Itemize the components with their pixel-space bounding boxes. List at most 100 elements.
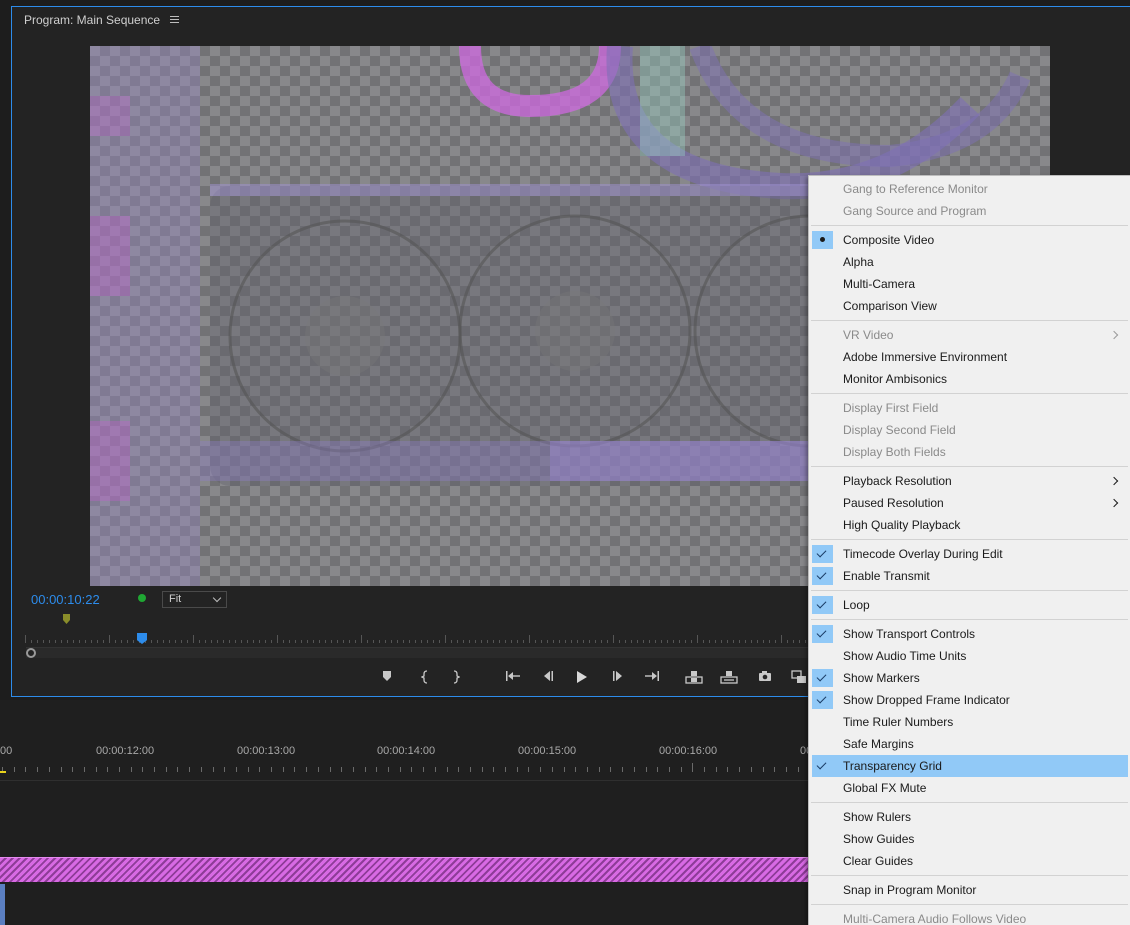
time-label: 00:00:15:00 <box>518 745 577 757</box>
menu-item-loop[interactable]: Loop <box>809 594 1130 616</box>
zoom-scrollbar[interactable] <box>26 647 820 658</box>
timeline-tick <box>622 767 623 772</box>
menu-item-vr-video[interactable]: VR Video <box>809 324 1130 346</box>
menu-item-global-fx-mute[interactable]: Global FX Mute <box>809 777 1130 799</box>
menu-item-adobe-immersive-environment[interactable]: Adobe Immersive Environment <box>809 346 1130 368</box>
timeline-tick <box>657 767 658 772</box>
menu-item-safe-margins[interactable]: Safe Margins <box>809 733 1130 755</box>
menu-item-show-dropped-frame-indicator[interactable]: Show Dropped Frame Indicator <box>809 689 1130 711</box>
panel-menu-icon[interactable] <box>170 16 180 24</box>
mark-out-icon[interactable] <box>447 670 465 686</box>
menu-item-display-second-field[interactable]: Display Second Field <box>809 419 1130 441</box>
ruler-tick <box>487 640 488 643</box>
menu-item-label: Enable Transmit <box>843 569 930 583</box>
premiere-window: Program: Main Sequence 00:00:10:22 Fit 0… <box>0 0 1130 925</box>
timeline-tick <box>330 767 331 772</box>
transport-controls <box>372 670 812 686</box>
menu-item-high-quality-playback[interactable]: High Quality Playback <box>809 514 1130 536</box>
menu-item-show-audio-time-units[interactable]: Show Audio Time Units <box>809 645 1130 667</box>
menu-item-multi-camera[interactable]: Multi-Camera <box>809 273 1130 295</box>
export-frame-icon[interactable] <box>756 670 774 686</box>
menu-item-show-transport-controls[interactable]: Show Transport Controls <box>809 623 1130 645</box>
ruler-tick <box>409 640 410 643</box>
menu-item-comparison-view[interactable]: Comparison View <box>809 295 1130 317</box>
menu-item-time-ruler-numbers[interactable]: Time Ruler Numbers <box>809 711 1130 733</box>
zoom-scroll-handle[interactable] <box>26 648 36 658</box>
menu-item-display-both-fields[interactable]: Display Both Fields <box>809 441 1130 463</box>
timeline-tick <box>177 767 178 772</box>
panel-tab[interactable]: Program: Main Sequence <box>24 13 180 27</box>
timeline-panel: 00 00:00:12:00 00:00:13:00 00:00:14:00 0… <box>0 700 812 925</box>
timeline-ruler[interactable] <box>0 762 808 772</box>
step-forward-icon[interactable] <box>609 670 627 686</box>
video-clip[interactable] <box>0 857 808 882</box>
add-marker-icon[interactable] <box>378 670 396 686</box>
menu-item-clear-guides[interactable]: Clear Guides <box>809 850 1130 872</box>
step-back-icon[interactable] <box>539 670 557 686</box>
menu-item-label: Gang to Reference Monitor <box>843 182 988 196</box>
time-label: 00:00:16:00 <box>659 745 718 757</box>
menu-item-alpha[interactable]: Alpha <box>809 251 1130 273</box>
ruler-tick <box>385 640 386 643</box>
menu-item-label: Monitor Ambisonics <box>843 372 948 386</box>
ruler-tick <box>331 640 332 643</box>
playhead-timecode[interactable]: 00:00:10:22 <box>31 592 100 607</box>
menu-item-show-rulers[interactable]: Show Rulers <box>809 806 1130 828</box>
ruler-tick <box>367 640 368 643</box>
menu-item-paused-resolution[interactable]: Paused Resolution <box>809 492 1130 514</box>
timeline-tick <box>318 767 319 772</box>
menu-item-show-guides[interactable]: Show Guides <box>809 828 1130 850</box>
in-point-marker[interactable] <box>63 614 70 624</box>
ruler-tick <box>109 635 110 643</box>
extract-icon[interactable] <box>720 670 738 686</box>
menu-separator <box>811 619 1128 620</box>
ruler-tick <box>631 640 632 643</box>
ruler-tick <box>439 640 440 643</box>
timeline-tick <box>353 767 354 772</box>
go-to-in-icon[interactable] <box>504 670 522 686</box>
menu-item-gang-to-reference-monitor[interactable]: Gang to Reference Monitor <box>809 178 1130 200</box>
menu-separator <box>811 225 1128 226</box>
menu-item-timecode-overlay-during-edit[interactable]: Timecode Overlay During Edit <box>809 543 1130 565</box>
lift-icon[interactable] <box>685 670 703 686</box>
timeline-tick <box>49 767 50 772</box>
menu-item-playback-resolution[interactable]: Playback Resolution <box>809 470 1130 492</box>
timeline-tick <box>751 767 752 772</box>
mark-in-icon[interactable] <box>416 670 434 686</box>
menu-item-show-markers[interactable]: Show Markers <box>809 667 1130 689</box>
ruler-tick <box>565 640 566 643</box>
timeline-tick <box>341 767 342 772</box>
ruler-tick <box>769 640 770 643</box>
menu-item-gang-source-and-program[interactable]: Gang Source and Program <box>809 200 1130 222</box>
timeline-tick <box>84 767 85 772</box>
checkmark-icon <box>812 596 833 614</box>
timeline-tick <box>505 767 506 772</box>
timeline-tick <box>166 767 167 772</box>
menu-item-enable-transmit[interactable]: Enable Transmit <box>809 565 1130 587</box>
menu-item-snap-in-program-monitor[interactable]: Snap in Program Monitor <box>809 879 1130 901</box>
menu-item-display-first-field[interactable]: Display First Field <box>809 397 1130 419</box>
menu-item-label: Show Rulers <box>843 810 912 824</box>
menu-item-transparency-grid[interactable]: Transparency Grid <box>812 755 1128 777</box>
menu-item-monitor-ambisonics[interactable]: Monitor Ambisonics <box>809 368 1130 390</box>
timeline-tick <box>447 767 448 772</box>
menu-item-multi-camera-audio-follows-video[interactable]: Multi-Camera Audio Follows Video <box>809 908 1130 925</box>
ruler-tick <box>103 640 104 643</box>
go-to-out-icon[interactable] <box>643 670 661 686</box>
chevron-right-icon <box>1109 498 1119 508</box>
comparison-view-icon[interactable] <box>790 670 808 686</box>
timeline-tick <box>14 767 15 772</box>
menu-item-composite-video[interactable]: Composite Video <box>809 229 1130 251</box>
zoom-level-select[interactable]: Fit <box>162 591 227 608</box>
play-icon[interactable] <box>573 670 591 686</box>
menu-item-label: High Quality Playback <box>843 518 961 532</box>
checkmark-icon <box>812 545 833 563</box>
timeline-tick <box>540 767 541 772</box>
timeline-tick <box>610 767 611 772</box>
menu-item-label: Adobe Immersive Environment <box>843 350 1008 364</box>
ruler-tick <box>79 640 80 643</box>
ruler-tick <box>85 640 86 643</box>
ruler-tick <box>763 640 764 643</box>
ruler-tick <box>259 640 260 643</box>
ruler-tick <box>637 640 638 643</box>
